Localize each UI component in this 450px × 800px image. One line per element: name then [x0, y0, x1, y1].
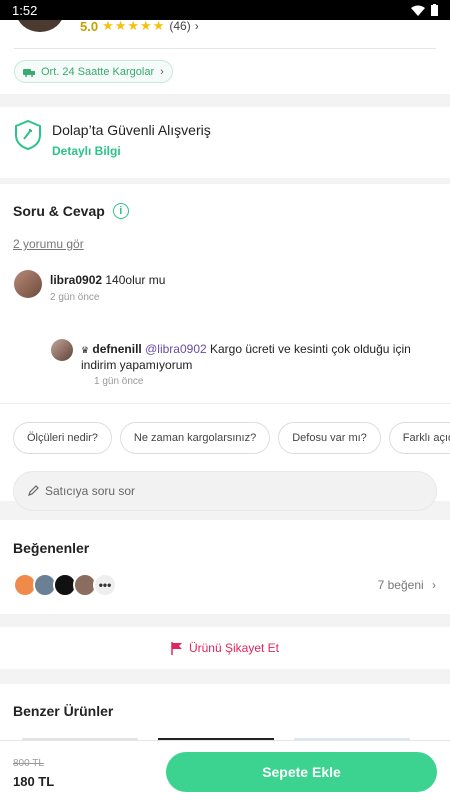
- status-bar: 1:52: [0, 0, 450, 20]
- more-likers-icon[interactable]: •••: [93, 573, 117, 597]
- info-icon[interactable]: i: [112, 203, 129, 219]
- pencil-icon: [28, 485, 39, 496]
- similar-products-section: Benzer Ürünler: [0, 684, 450, 740]
- likers-section: Beğenenler ••• 7 beğeni ›: [0, 520, 450, 614]
- safe-shopping-title: Dolap’ta Güvenli Alışveriş: [52, 122, 211, 138]
- rating-count: (46): [169, 20, 191, 33]
- ask-seller-input[interactable]: Satıcıya soru sor: [13, 471, 437, 511]
- chevron-right-icon: ›: [160, 65, 164, 78]
- reply-body: ♛ defnenill @libra0902 Kargo ücreti ve k…: [81, 342, 411, 373]
- likers-avatars[interactable]: •••: [13, 573, 117, 597]
- cargo-speed-badge[interactable]: Ort. 24 Saatte Kargolar ›: [14, 60, 173, 83]
- like-count: 7 beğeni: [377, 578, 424, 592]
- ask-seller-placeholder: Satıcıya soru sor: [45, 484, 136, 498]
- report-product-button[interactable]: Ürünü Şikayet Et: [0, 627, 450, 669]
- quick-question-chips: Ölçüleri nedir? Ne zaman kargolarsınız? …: [13, 422, 450, 454]
- likers-title: Beğenenler: [13, 540, 90, 556]
- reply-time: 1 gün önce: [94, 376, 144, 387]
- comment-text: 140olur mu: [102, 273, 166, 287]
- comment-body: libra0902 140olur mu: [50, 273, 165, 287]
- quick-question-chip[interactable]: Ne zaman kargolarsınız?: [119, 422, 271, 454]
- see-comments-link[interactable]: 2 yorumu gör: [13, 237, 84, 251]
- rating-stars-icon: ★★★★★: [102, 20, 166, 33]
- current-price: 180 TL: [13, 774, 55, 789]
- battery-icon: [431, 4, 438, 16]
- rating-score: 5.0: [80, 20, 99, 34]
- reply-mention[interactable]: @libra0902: [145, 342, 207, 356]
- crown-icon: ♛: [81, 345, 90, 355]
- status-icons: [411, 4, 438, 16]
- quick-question-chip[interactable]: Defosu var mı?: [278, 422, 381, 454]
- qa-section: Soru & Cevap i 2 yorumu gör libra0902 14…: [0, 184, 450, 511]
- divider: [0, 403, 450, 404]
- reply-username[interactable]: defnenill: [92, 342, 141, 356]
- cargo-speed-label: Ort. 24 Saatte Kargolar: [41, 65, 155, 78]
- comment-username[interactable]: libra0902: [50, 273, 102, 287]
- like-count-link[interactable]: 7 beğeni ›: [378, 578, 436, 592]
- truck-icon: [23, 68, 35, 77]
- seller-avatar[interactable]: [16, 20, 64, 32]
- seller-section: 5.0 ★★★★★ (46) › Ort. 24 Saatte Kargolar…: [0, 20, 450, 94]
- flag-icon: [171, 641, 182, 655]
- safe-shopping-section: Dolap’ta Güvenli Alışveriş Detaylı Bilgi: [0, 107, 450, 178]
- comment-time: 2 gün önce: [50, 292, 100, 303]
- details-link[interactable]: Detaylı Bilgi: [52, 144, 121, 158]
- shield-icon: [15, 119, 41, 151]
- qa-title: Soru & Cevap i: [13, 203, 129, 219]
- similar-products-title: Benzer Ürünler: [13, 703, 114, 719]
- bottom-purchase-bar: 800 TL 180 TL Sepete Ekle: [0, 740, 450, 800]
- divider: [14, 48, 436, 49]
- product-detail-scroll[interactable]: 5.0 ★★★★★ (46) › Ort. 24 Saatte Kargolar…: [0, 20, 450, 740]
- seller-rating[interactable]: 5.0 ★★★★★ (46) ›: [80, 20, 199, 34]
- old-price: 800 TL: [13, 758, 44, 769]
- quick-question-chip[interactable]: Ölçüleri nedir?: [13, 422, 112, 454]
- status-time: 1:52: [12, 2, 38, 18]
- wifi-icon: [411, 5, 425, 16]
- seller-reply-avatar[interactable]: [51, 339, 73, 361]
- chevron-right-icon: ›: [432, 578, 436, 592]
- commenter-avatar[interactable]: [14, 270, 42, 298]
- chevron-right-icon: ›: [194, 20, 199, 33]
- qa-title-text: Soru & Cevap: [13, 203, 105, 219]
- quick-question-chip[interactable]: Farklı açıdan fotoğ: [388, 422, 450, 454]
- add-to-cart-button[interactable]: Sepete Ekle: [166, 752, 437, 792]
- report-label: Ürünü Şikayet Et: [188, 641, 280, 655]
